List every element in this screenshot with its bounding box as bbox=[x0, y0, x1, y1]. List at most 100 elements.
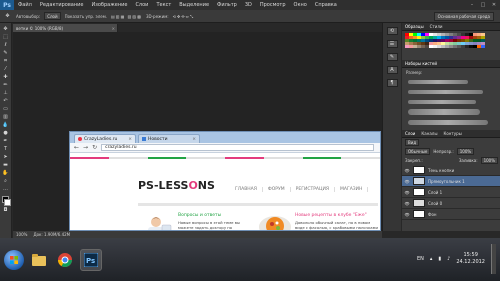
zoom-tool-icon[interactable]: ⌕ bbox=[1, 178, 10, 185]
align-icons[interactable]: ▤▥▦ ▧▨▩ bbox=[111, 14, 142, 19]
menu-item[interactable]: Файл bbox=[14, 2, 36, 8]
tab-channels[interactable]: Каналы bbox=[421, 131, 437, 136]
brush-tool-icon[interactable]: ✏ bbox=[1, 82, 10, 89]
menu-item[interactable]: Изображение bbox=[87, 2, 131, 8]
quick-select-tool-icon[interactable]: ✎ bbox=[1, 50, 10, 57]
character-icon[interactable]: A bbox=[386, 66, 398, 74]
site-nav-item[interactable]: МАГАЗИН bbox=[335, 187, 369, 192]
layer-row[interactable]: 👁 Тень кнопки bbox=[402, 165, 500, 176]
crop-tool-icon[interactable]: ⌗ bbox=[1, 58, 10, 65]
quick-mask-icon[interactable]: ◘ bbox=[1, 207, 10, 214]
stamp-tool-icon[interactable]: ⊥ bbox=[1, 90, 10, 97]
pen-tool-icon[interactable]: ✒ bbox=[1, 138, 10, 145]
properties-icon[interactable]: ☰ bbox=[386, 40, 398, 48]
close-icon[interactable]: × bbox=[112, 26, 115, 31]
close-icon[interactable]: × bbox=[192, 137, 196, 142]
menu-item[interactable]: Редактирование bbox=[36, 2, 88, 8]
opacity-field[interactable]: 100% bbox=[456, 148, 475, 155]
close-icon[interactable]: × bbox=[128, 137, 132, 142]
menu-item[interactable]: Фильтр bbox=[213, 2, 241, 8]
show-desktop-button[interactable] bbox=[491, 244, 496, 274]
explorer-taskbar-icon[interactable] bbox=[28, 249, 50, 271]
kind-filter-dropdown[interactable]: Вид bbox=[405, 139, 420, 146]
layer-row[interactable]: 👁 Слой 0 bbox=[402, 198, 500, 209]
brush-preset[interactable] bbox=[402, 77, 500, 87]
visibility-eye-icon[interactable]: 👁 bbox=[404, 179, 410, 184]
history-icon[interactable]: ⟲ bbox=[386, 27, 398, 35]
site-nav-item[interactable]: РЕГИСТРАЦИЯ bbox=[291, 187, 335, 192]
path-select-tool-icon[interactable]: ➤ bbox=[1, 154, 10, 161]
photoshop-taskbar-icon[interactable]: Ps bbox=[80, 248, 102, 271]
more-tools-icon[interactable]: … bbox=[1, 186, 10, 193]
visibility-eye-icon[interactable]: 👁 bbox=[404, 201, 410, 206]
card-qa[interactable]: Вопросы и ответы Новые вопросы в этой те… bbox=[138, 213, 248, 230]
tab-brush-presets[interactable]: Наборы кистей bbox=[405, 61, 437, 66]
show-transform-checkbox[interactable]: Показать упр. элем. bbox=[65, 14, 107, 19]
site-nav-item[interactable]: ФОРУМ bbox=[263, 187, 291, 192]
clock[interactable]: 15:59 24.12.2012 bbox=[456, 252, 485, 266]
close-button[interactable]: ✕ bbox=[490, 1, 498, 8]
paragraph-icon[interactable]: ¶ bbox=[386, 79, 398, 87]
blend-mode-dropdown[interactable]: Обычные bbox=[405, 148, 431, 155]
tab-styles[interactable]: Стили bbox=[430, 24, 443, 29]
brush-preset[interactable] bbox=[402, 87, 500, 97]
eraser-tool-icon[interactable]: ▭ bbox=[1, 106, 10, 113]
reload-icon[interactable]: ↻ bbox=[92, 144, 97, 151]
site-logo[interactable]: PS-LESSONS bbox=[138, 179, 215, 192]
tab-swatches[interactable]: Образцы bbox=[405, 24, 424, 29]
brush-icon[interactable]: ✎ bbox=[386, 53, 398, 61]
brush-preset[interactable] bbox=[402, 107, 500, 117]
url-field[interactable]: crazyladies.ru bbox=[101, 144, 374, 151]
move-tool-icon[interactable]: ✥ bbox=[1, 26, 10, 33]
workspace-switcher[interactable]: Основная рабочая среда bbox=[433, 12, 494, 21]
site-nav-item[interactable]: ГЛАВНАЯ bbox=[230, 187, 263, 192]
blur-tool-icon[interactable]: 💧 bbox=[1, 122, 10, 129]
card-recipes[interactable]: Новые рецепты в клубе "Еже" Довольно обы… bbox=[255, 213, 380, 230]
language-indicator[interactable]: EN bbox=[417, 256, 424, 262]
menu-item[interactable]: Просмотр bbox=[256, 2, 290, 8]
back-arrow-icon[interactable]: ← bbox=[74, 144, 79, 151]
brush-preset[interactable] bbox=[402, 117, 500, 127]
forward-arrow-icon[interactable]: → bbox=[83, 144, 88, 151]
layer-row[interactable]: 👁 Фон bbox=[402, 209, 500, 220]
shape-tool-icon[interactable]: ▬ bbox=[1, 162, 10, 169]
tab-layers[interactable]: Слои bbox=[405, 131, 415, 136]
swatches-grid[interactable] bbox=[402, 31, 500, 50]
3d-tool-icons[interactable]: ⟲✥✣⇔⤡ bbox=[173, 14, 195, 19]
menu-item[interactable]: Окно bbox=[290, 2, 311, 8]
healing-tool-icon[interactable]: ✚ bbox=[1, 74, 10, 81]
maximize-button[interactable]: □ bbox=[479, 1, 487, 8]
volume-icon[interactable]: ♪ bbox=[447, 256, 450, 262]
layer-row[interactable]: 👁 Слой 1 bbox=[402, 187, 500, 198]
start-button[interactable] bbox=[4, 249, 24, 270]
history-brush-tool-icon[interactable]: ↶ bbox=[1, 98, 10, 105]
menu-item[interactable]: Выделение bbox=[175, 2, 213, 8]
gradient-tool-icon[interactable]: ▥ bbox=[1, 114, 10, 121]
autoselect-checkbox[interactable]: Автовыбор: bbox=[16, 14, 40, 19]
dodge-tool-icon[interactable]: ● bbox=[1, 130, 10, 137]
hand-tool-icon[interactable]: ✋ bbox=[1, 170, 10, 177]
layer-row[interactable]: 👁 Прямоугольник 1 bbox=[402, 176, 500, 187]
menu-item[interactable]: Справка bbox=[311, 2, 341, 8]
menu-item[interactable]: Слои bbox=[131, 2, 152, 8]
browser-tab-active[interactable]: CrazyLadies.ru × bbox=[74, 134, 136, 143]
visibility-eye-icon[interactable]: 👁 bbox=[404, 168, 410, 173]
autoselect-dropdown[interactable]: Слой bbox=[44, 12, 61, 20]
chrome-taskbar-icon[interactable] bbox=[54, 249, 76, 271]
background-color-swatch[interactable] bbox=[4, 199, 11, 206]
menu-item[interactable]: 3D bbox=[241, 2, 256, 8]
eyedropper-tool-icon[interactable]: ⁄ bbox=[1, 66, 10, 73]
lasso-tool-icon[interactable]: ℓ bbox=[1, 42, 10, 49]
marquee-tool-icon[interactable]: ⬚ bbox=[1, 34, 10, 41]
fill-field[interactable]: 100% bbox=[480, 157, 498, 164]
tab-paths[interactable]: Контуры bbox=[443, 131, 461, 136]
move-tool-icon[interactable]: ✥ bbox=[3, 13, 12, 20]
document-tab[interactable]: вeтки © 100% (RGB/8) × bbox=[13, 24, 118, 32]
network-icon[interactable]: ▮ bbox=[438, 256, 441, 262]
minimize-button[interactable]: – bbox=[468, 1, 476, 8]
zoom-level[interactable]: 100% bbox=[16, 232, 27, 237]
visibility-eye-icon[interactable]: 👁 bbox=[404, 190, 410, 195]
brush-preset[interactable] bbox=[402, 97, 500, 107]
visibility-eye-icon[interactable]: 👁 bbox=[404, 212, 410, 217]
tray-arrow-icon[interactable]: ▴ bbox=[430, 256, 433, 262]
